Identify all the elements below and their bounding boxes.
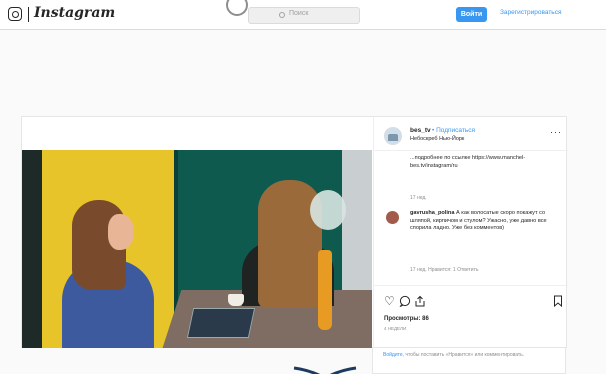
post-time: 4 НЕДЕЛИ [384,326,407,331]
post-sidebar: bes_tv • Подписаться Небоскреб Нью-Йорк … [373,117,568,348]
post-username[interactable]: bes_tv [410,127,431,134]
logo-divider [28,7,29,22]
search-input[interactable]: Поиск [248,7,360,24]
post-video[interactable] [22,150,372,348]
scene-vase [318,250,332,330]
save-icon[interactable] [552,295,564,309]
caption-time: 17 нед. [410,195,427,201]
instagram-wordmark[interactable]: Instagram [34,5,115,21]
scene-dark-edge [22,150,42,348]
search-icon [279,12,285,18]
scene-person-left-face [108,214,134,250]
top-navigation-bar: Instagram Поиск Войти Зарегистрироваться [0,0,606,30]
comment-avatar[interactable] [386,211,399,224]
share-icon[interactable] [414,295,426,309]
search-placeholder: Поиск [289,10,309,17]
scene-laptop [186,308,256,338]
login-button[interactable]: Войти [456,7,487,22]
comment-username[interactable]: gavrusha_polina [410,210,454,216]
post-card: bes_tv • Подписаться Небоскреб Нью-Йорк … [21,116,568,348]
login-prompt-body: , чтобы поставить «Нравится» или коммент… [402,352,525,358]
divider [374,285,568,286]
avatar[interactable] [384,127,402,145]
caption-text: ...подробнее по ссылке https://www.manch… [410,155,526,169]
follow-button[interactable]: • Подписаться [432,127,475,134]
post-location[interactable]: Небоскреб Нью-Йорк [410,136,464,142]
more-horizontal-icon[interactable]: ··· [550,127,562,137]
bow-logo-icon [290,366,360,374]
heart-icon[interactable]: ♡ [384,295,395,307]
login-link[interactable]: Войдите [383,352,403,358]
comment-text: gavrusha_polina А как волосатые скоро по… [410,210,560,233]
loading-spinner-icon [226,0,248,16]
instagram-camera-icon[interactable] [8,7,22,21]
login-prompt: Войдите, чтобы поставить «Нравится» или … [372,348,566,374]
scene-flower [310,190,346,230]
view-count[interactable]: Просмотры: 86 [384,316,429,322]
divider [374,150,568,151]
comment-icon[interactable] [399,295,411,309]
signup-link[interactable]: Зарегистрироваться [500,9,561,16]
comment-meta[interactable]: 17 нед. Нравится: 1 Ответить [410,267,478,273]
login-prompt-text: Войдите, чтобы поставить «Нравится» или … [383,352,553,359]
scene-cup [228,294,244,306]
